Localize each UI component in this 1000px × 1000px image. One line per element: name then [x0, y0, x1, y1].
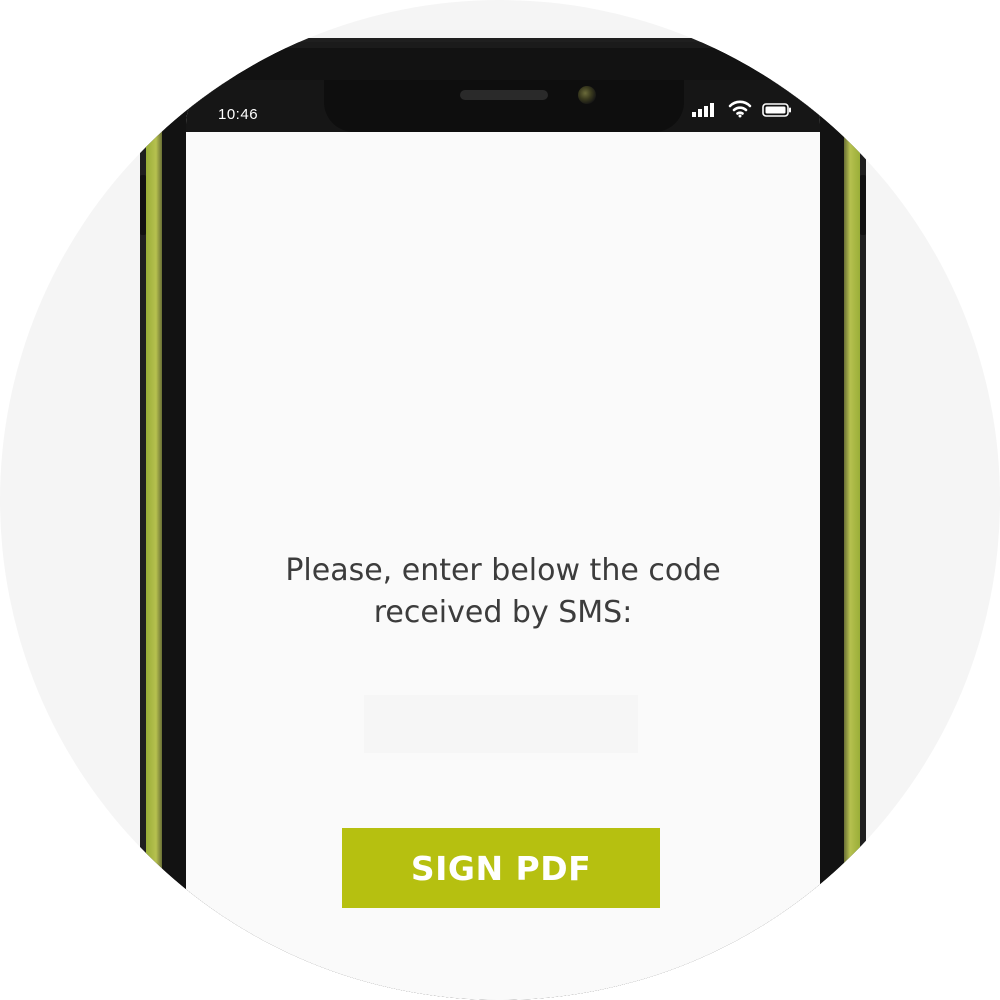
prompt-line-1: Please, enter below the code — [285, 553, 721, 588]
power-button — [860, 175, 866, 235]
sms-code-input[interactable] — [364, 695, 638, 753]
sign-pdf-button[interactable]: SIGN PDF — [342, 828, 660, 908]
sms-code-prompt: Please, enter below the code received by… — [186, 550, 820, 634]
prompt-line-2: received by SMS: — [373, 595, 633, 630]
camera-icon — [578, 86, 596, 104]
phone-screen: 10:46 Please, enter below the code recei… — [186, 80, 820, 1000]
circular-backdrop: 10:46 Please, enter below the code recei… — [0, 0, 1000, 1000]
signal-icon — [692, 102, 718, 121]
status-bar: 10:46 — [186, 80, 820, 132]
stage: 10:46 Please, enter below the code recei… — [0, 0, 1000, 1000]
notch — [324, 80, 684, 132]
wifi-icon — [728, 100, 752, 122]
status-time: 10:46 — [218, 106, 259, 123]
volume-button — [140, 175, 146, 235]
battery-icon — [762, 102, 792, 121]
speaker-grille — [460, 90, 548, 100]
status-icons — [692, 100, 792, 122]
